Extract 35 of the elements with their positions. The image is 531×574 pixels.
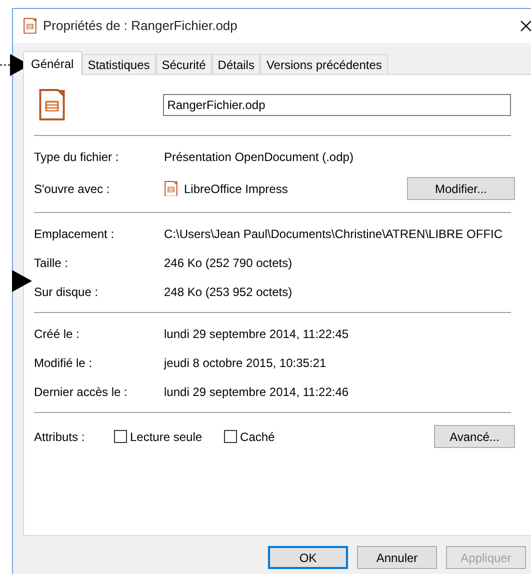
field-value: Présentation OpenDocument (.odp) — [164, 148, 354, 166]
field-label: Créé le : — [34, 326, 80, 342]
tab[interactable]: Détails — [212, 54, 260, 74]
field-label: Emplacement : — [34, 226, 116, 242]
field-value: jeudi 8 octobre 2015, 10:35:21 — [164, 354, 326, 372]
tab[interactable]: Versions précédentes — [260, 54, 388, 74]
dialog-button[interactable]: OK — [268, 546, 348, 569]
window-title: Propriétés de : RangerFichier.odp — [43, 17, 238, 36]
field-value: 248 Ko (253 952 octets) — [164, 284, 292, 300]
change-button[interactable]: Modifier... — [407, 177, 515, 200]
tab[interactable]: Sécurité — [156, 54, 212, 74]
field-value: C:\Users\Jean Paul\Documents\Christine\ATREN\LIBRE OFFIC — [164, 226, 503, 242]
field-label: Modifié le : — [34, 354, 94, 372]
field-label: S'ouvre avec : — [34, 180, 111, 198]
field-value: lundi 29 septembre 2014, 11:22:46 — [164, 384, 349, 400]
field-label: Taille : — [34, 254, 70, 272]
tab[interactable]: Statistiques — [82, 54, 156, 74]
field-label: Dernier accès le : — [34, 384, 128, 400]
dialog-button[interactable]: Annuler — [357, 546, 437, 569]
advanced-button[interactable]: Avancé... — [434, 425, 515, 448]
close-icon[interactable] — [520, 20, 531, 32]
field-value: 246 Ko (252 790 octets) — [164, 254, 292, 272]
pointer-arrow-icon — [12, 270, 32, 292]
presentation-file-icon — [164, 180, 178, 196]
field-label: Sur disque : — [34, 284, 100, 300]
tab[interactable]: Général — [23, 51, 82, 75]
field-value: LibreOffice Impress — [184, 180, 288, 198]
file-name-field[interactable]: RangerFichier.odp — [163, 94, 511, 116]
field-value: lundi 29 septembre 2014, 11:22:45 — [164, 326, 349, 342]
presentation-file-icon — [38, 89, 66, 121]
checkbox[interactable]: Lecture seule — [114, 428, 202, 446]
field-label: Type du fichier : — [34, 148, 120, 166]
field-label: Attributs : — [34, 428, 86, 446]
checkbox[interactable]: Caché — [224, 428, 275, 446]
document-icon — [23, 18, 37, 34]
